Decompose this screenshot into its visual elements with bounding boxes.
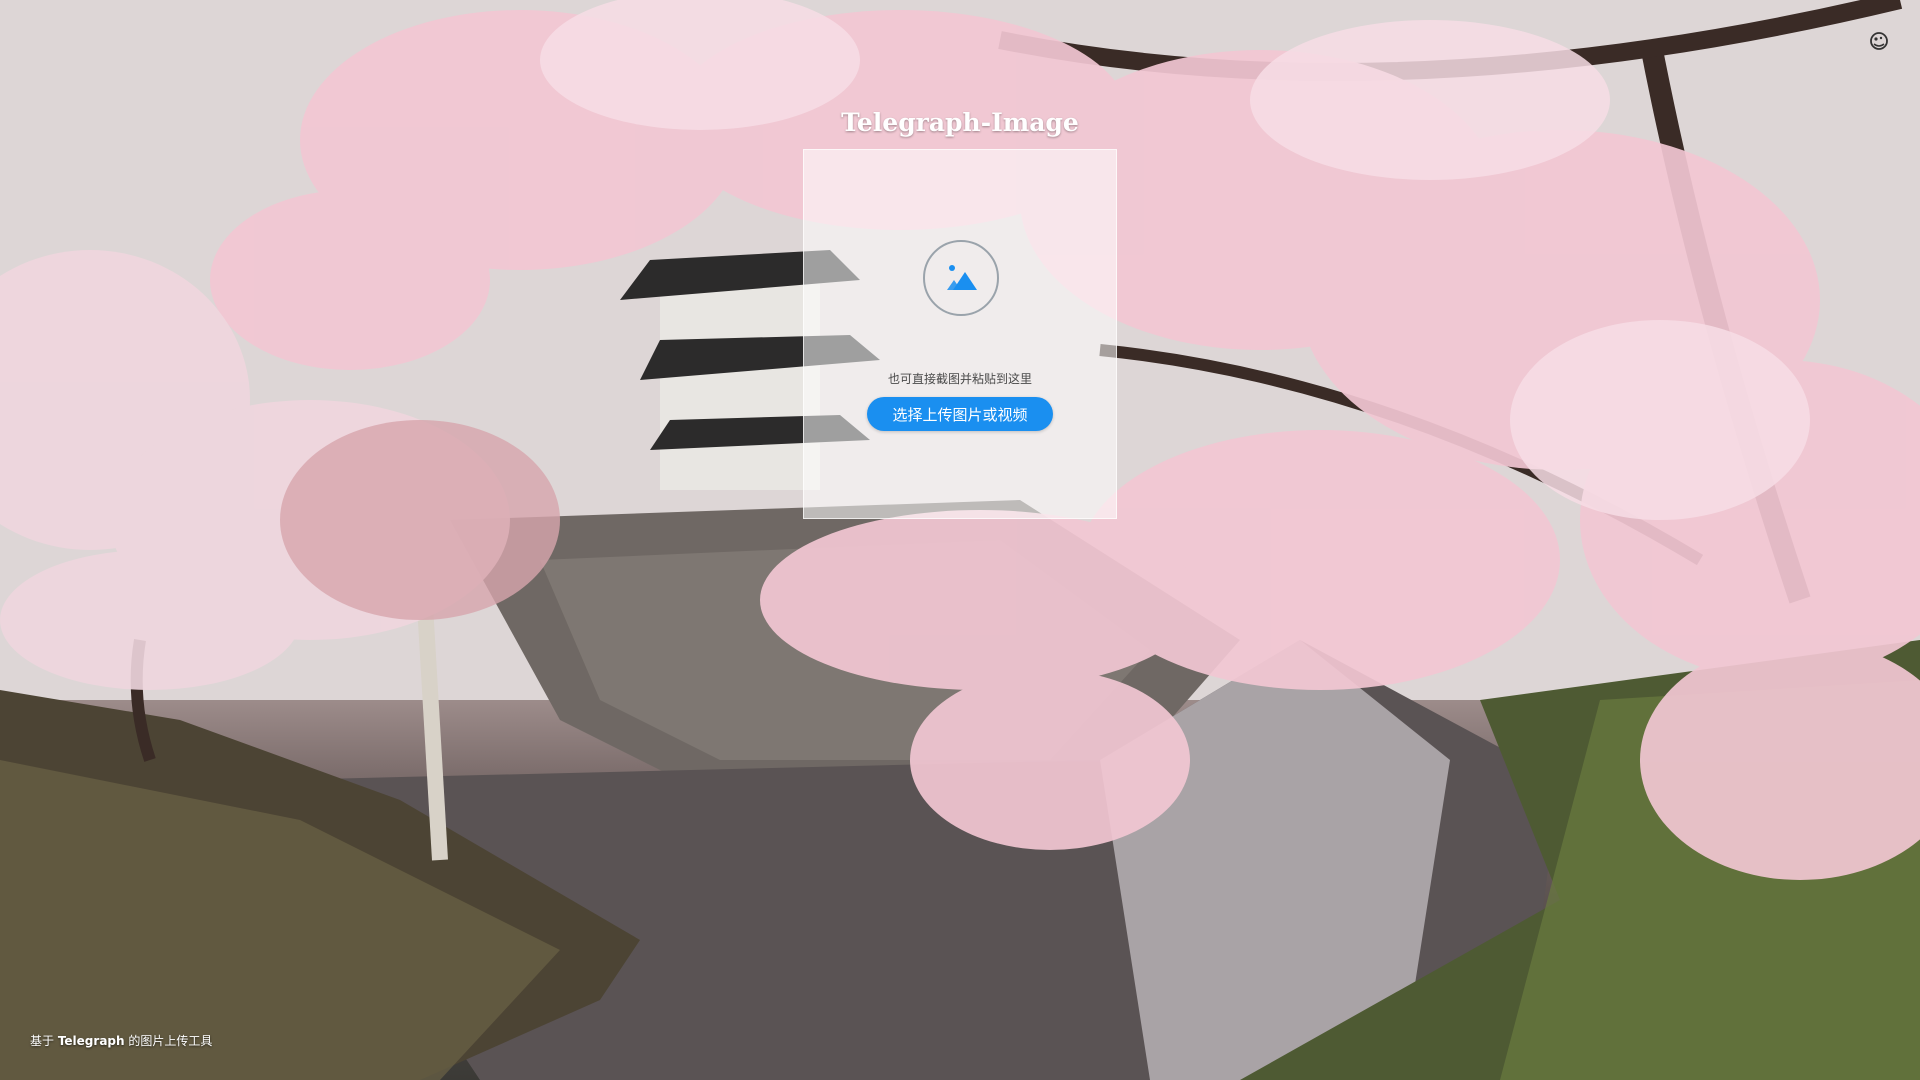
theme-toggle-icon[interactable] xyxy=(1868,30,1890,52)
paste-hint: 也可直接截图并粘贴到这里 xyxy=(887,372,1032,386)
footer-suffix: 的图片上传工具 xyxy=(124,1034,213,1048)
footer-credit: 基于 Telegraph 的图片上传工具 xyxy=(30,1032,212,1049)
footer-prefix: 基于 xyxy=(30,1034,58,1048)
app-title: Telegraph-Image xyxy=(841,108,1079,137)
footer-brand-link[interactable]: Telegraph xyxy=(58,1034,125,1048)
select-upload-button[interactable]: 选择上传图片或视频 xyxy=(867,397,1053,431)
image-upload-icon xyxy=(923,240,999,316)
upload-dropzone[interactable]: 也可直接截图并粘贴到这里 选择上传图片或视频 xyxy=(803,149,1117,519)
